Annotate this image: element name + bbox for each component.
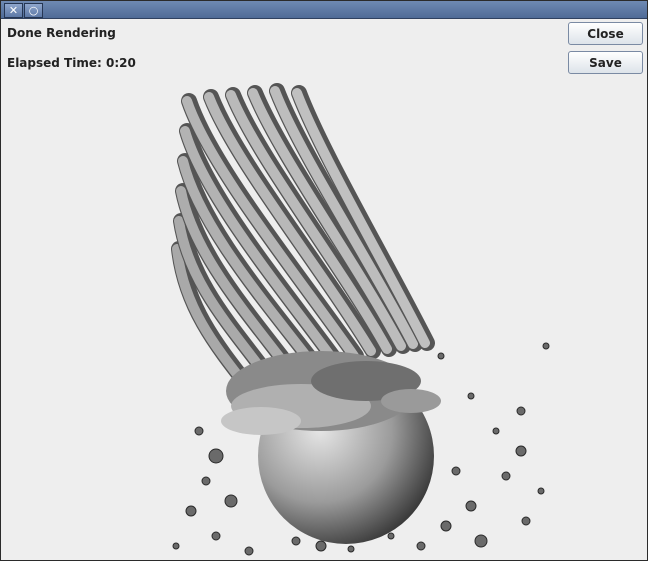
render-status: Done Rendering [7,26,116,40]
elapsed-time: Elapsed Time: 0:20 [7,56,136,70]
render-window: ✕ ○ Done Rendering Elapsed Time: 0:20 Cl… [0,0,648,561]
restore-icon[interactable]: ○ [24,3,43,18]
save-button[interactable]: Save [568,51,643,74]
close-icon[interactable]: ✕ [4,3,23,18]
close-button[interactable]: Close [568,22,643,45]
title-bar[interactable]: ✕ ○ [1,1,647,19]
render-canvas [171,83,550,556]
fluid-strands [171,83,435,404]
